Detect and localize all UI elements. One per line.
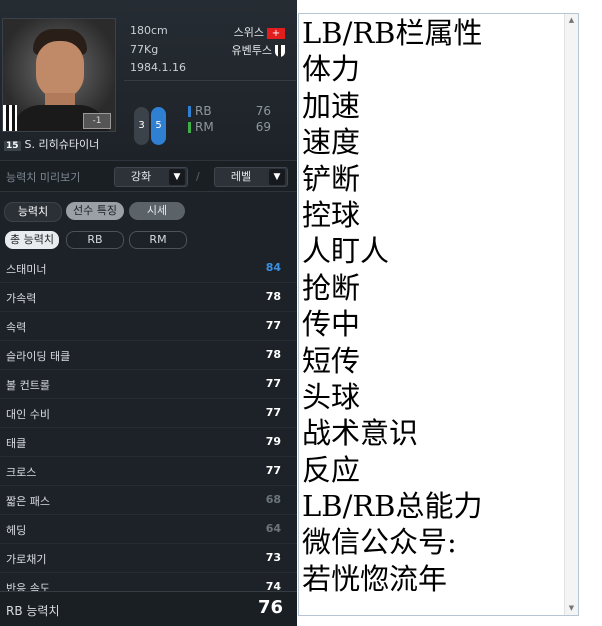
- editor-line: 人盯人: [302, 234, 390, 269]
- total-rating: RB 능력치 76: [0, 591, 297, 626]
- editor-line: 控球: [302, 197, 361, 232]
- tab-abilities[interactable]: 능력치: [4, 202, 62, 222]
- stat-value: 78: [265, 348, 281, 361]
- stat-label: 헤딩: [6, 524, 27, 537]
- subtab-total[interactable]: 총 능력치: [5, 231, 59, 249]
- right-foot-icon: 5: [151, 107, 166, 145]
- stat-value: 79: [265, 435, 281, 448]
- stat-row: 가속력 78: [0, 283, 297, 312]
- editor-line: 体力: [302, 52, 361, 87]
- stat-label: 볼 컨트롤: [6, 379, 50, 392]
- stat-row: 짧은 패스 68: [0, 486, 297, 515]
- stat-label: 가로채기: [6, 553, 47, 566]
- editor-line: 微信公众号:: [302, 525, 457, 560]
- subtab-rb[interactable]: RB: [66, 231, 124, 249]
- stat-value: 77: [265, 377, 281, 390]
- stat-label: 대인 수비: [6, 408, 50, 421]
- stat-value: 77: [265, 464, 281, 477]
- stat-label: 가속력: [6, 292, 37, 305]
- divider: [124, 80, 296, 81]
- stat-label: 짧은 패스: [6, 495, 50, 508]
- player-panel: -1 15 S. 리히슈타이너 180cm 77Kg 1984.1.16 스위스 +…: [0, 0, 297, 626]
- stat-row: 속력 77: [0, 312, 297, 341]
- editor-line: 战术意识: [302, 416, 419, 451]
- editor-content[interactable]: LB/RB栏属性 体力 加速 速度 铲断 控球 人盯人 抢断 传中 短传 头球 战术意识 反应 LB/RB…: [302, 15, 564, 597]
- player-name: S. 리히슈타이너: [24, 138, 100, 151]
- separator: /: [196, 170, 200, 183]
- position-rb-value: 76: [255, 104, 271, 118]
- juventus-crest-icon: [275, 45, 285, 57]
- position-rb: RB: [188, 104, 212, 118]
- subtab-rm[interactable]: RM: [129, 231, 187, 249]
- stat-row: 가로채기 73: [0, 544, 297, 573]
- player-photo: -1: [2, 18, 116, 132]
- stat-value: 77: [265, 319, 281, 332]
- level-dropdown[interactable]: 레벨 ▼: [214, 167, 288, 187]
- editor-line: 传中: [302, 307, 361, 342]
- total-rating-label: RB 능력치: [6, 604, 60, 618]
- upgrade-dropdown[interactable]: 강화 ▼: [114, 167, 188, 187]
- chevron-down-icon: ▼: [169, 169, 185, 185]
- editor-line: 抢断: [302, 270, 361, 305]
- editor-line: LB/RB总能力: [302, 489, 483, 524]
- stat-row: 볼 컨트롤 77: [0, 370, 297, 399]
- editor-line: 头球: [302, 379, 361, 414]
- position-rm-value: 69: [255, 120, 271, 134]
- stat-row: 대인 수비 77: [0, 399, 297, 428]
- editor-line: 若恍惚流年: [302, 561, 448, 596]
- stat-row: 스태미너 84: [0, 254, 297, 283]
- left-foot-icon: 3: [134, 107, 149, 145]
- stat-label: 태클: [6, 437, 27, 450]
- player-name-row: 15 S. 리히슈타이너: [4, 136, 99, 152]
- editor-line: 反应: [302, 452, 361, 487]
- club: 유벤투스: [232, 42, 285, 58]
- chevron-down-icon: ▼: [269, 169, 285, 185]
- text-editor[interactable]: LB/RB栏属性 体力 加速 速度 铲断 控球 人盯人 抢断 传中 短传 头球 战术意识 反应 LB/RB…: [298, 13, 579, 616]
- ability-preview-bar: 능력치 미리보기 강화 ▼ / 레벨 ▼: [0, 160, 297, 192]
- stat-value: 77: [265, 406, 281, 419]
- foot-ability: 3 5: [132, 107, 170, 147]
- preview-label: 능력치 미리보기: [6, 171, 81, 184]
- editor-line: 速度: [302, 125, 361, 160]
- stat-label: 스태미너: [6, 263, 47, 276]
- swiss-flag-icon: +: [267, 27, 285, 39]
- player-height: 180cm: [130, 24, 168, 37]
- editor-line: 加速: [302, 88, 361, 123]
- nationality: 스위스 +: [234, 24, 285, 40]
- stat-label: 크로스: [6, 466, 37, 479]
- vertical-scrollbar[interactable]: ▲ ▼: [564, 14, 578, 615]
- total-rating-value: 76: [257, 597, 283, 618]
- jersey-number: 15: [4, 141, 21, 151]
- stat-label: 슬라이딩 태클: [6, 350, 71, 363]
- player-weight: 77Kg: [130, 43, 159, 56]
- tab-market-price[interactable]: 시세: [129, 202, 185, 220]
- scroll-up-arrow-icon[interactable]: ▲: [565, 14, 578, 27]
- position-rm: RM: [188, 120, 214, 134]
- stat-row: 태클 79: [0, 428, 297, 457]
- stat-label: 속력: [6, 321, 27, 334]
- stat-value: 78: [265, 290, 281, 303]
- player-birthdate: 1984.1.16: [130, 61, 186, 74]
- tab-player-traits[interactable]: 선수 특징: [66, 202, 124, 220]
- stat-value: 68: [265, 493, 281, 506]
- stat-row: 헤딩 64: [0, 515, 297, 544]
- stat-row: 크로스 77: [0, 457, 297, 486]
- photo-chip: -1: [83, 113, 111, 129]
- stat-value: 64: [265, 522, 281, 535]
- stat-value: 84: [265, 261, 281, 274]
- position-color-bar: [188, 122, 191, 133]
- stat-row: 슬라이딩 태클 78: [0, 341, 297, 370]
- position-color-bar: [188, 106, 191, 117]
- scroll-down-arrow-icon[interactable]: ▼: [565, 602, 578, 615]
- editor-line: LB/RB栏属性: [302, 16, 483, 50]
- stats-list: 스태미너 84 가속력 78 속력 77 슬라이딩 태클 78 볼 컨트롤 77 대인 수비 77 태클…: [0, 254, 297, 602]
- stat-value: 73: [265, 551, 281, 564]
- editor-line: 短传: [302, 343, 361, 378]
- editor-line: 铲断: [302, 161, 361, 196]
